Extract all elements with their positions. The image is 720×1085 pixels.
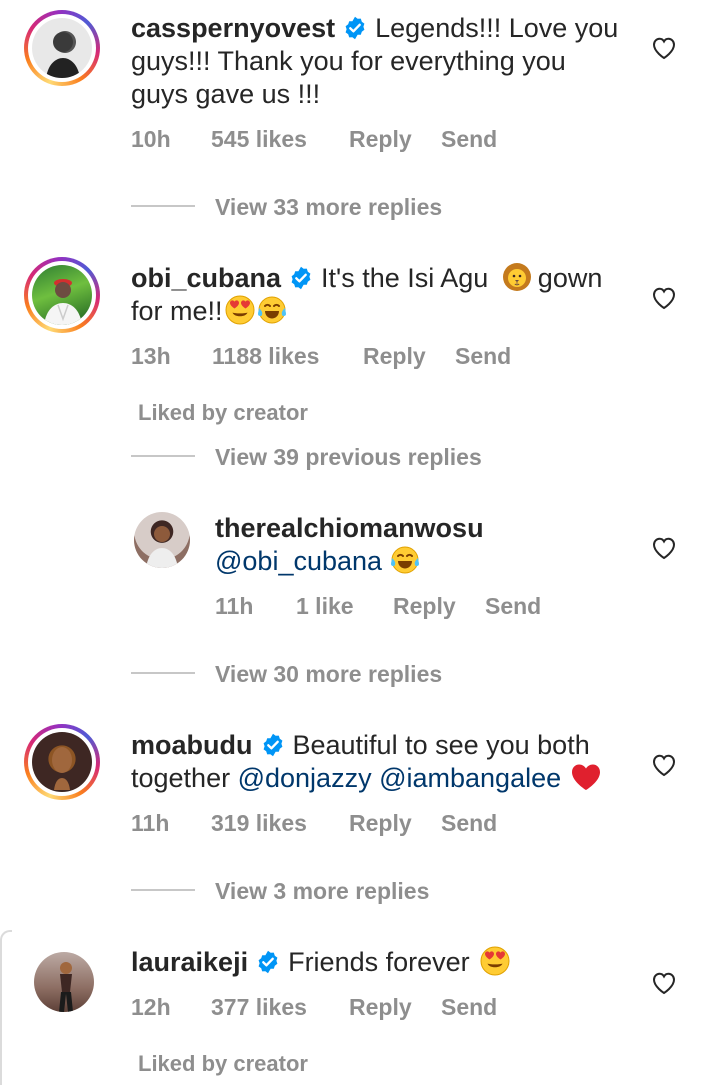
verified-badge-icon <box>256 950 280 974</box>
likes-count[interactable]: 1188 likes <box>212 343 319 370</box>
avatar[interactable] <box>134 512 190 568</box>
verified-badge-icon <box>343 16 367 40</box>
heart-eyes-emoji-icon <box>480 946 510 976</box>
username[interactable]: obi_cubana <box>131 263 281 293</box>
comment-text: guys gave us !!! <box>131 79 321 109</box>
like-heart-icon[interactable] <box>651 753 677 777</box>
comment-text: guys!!! Thank you for everything you <box>131 46 566 76</box>
comment-text: together <box>131 763 231 793</box>
likes-count[interactable]: 319 likes <box>211 810 307 837</box>
reply-button[interactable]: Reply <box>393 593 456 620</box>
comment-text: Friends forever <box>288 947 470 977</box>
avatar <box>32 732 92 792</box>
verified-badge-icon <box>289 266 313 290</box>
avatar-ring[interactable] <box>24 724 100 800</box>
view-more-replies-button[interactable]: View 33 more replies <box>215 194 442 221</box>
heart-eyes-emoji-icon <box>225 295 255 325</box>
verified-badge-icon <box>261 733 285 757</box>
liked-by-creator-label: Liked by creator <box>138 1051 308 1076</box>
comment-text: Beautiful to see you both <box>292 730 590 760</box>
likes-count[interactable]: 377 likes <box>211 994 307 1021</box>
comment-text: for me!! <box>131 296 223 326</box>
lion-emoji-icon <box>502 262 532 292</box>
highlight-edge <box>0 930 12 1085</box>
reply-button[interactable]: Reply <box>349 126 412 153</box>
comment-meta: 11h 319 likes Reply Send <box>131 810 631 838</box>
mention-link[interactable]: @iambangalee <box>379 763 561 793</box>
like-heart-icon[interactable] <box>651 536 677 560</box>
divider <box>131 205 195 207</box>
comment-meta: 12h 377 likes Reply Send <box>131 994 631 1022</box>
avatar <box>32 265 92 325</box>
comment-text-after: gown <box>537 263 603 293</box>
mention-link[interactable]: @obi_cubana <box>215 546 382 576</box>
tears-of-joy-emoji-icon <box>390 545 420 575</box>
like-heart-icon[interactable] <box>651 36 677 60</box>
red-heart-emoji-icon <box>571 762 601 792</box>
send-button[interactable]: Send <box>485 593 541 620</box>
comment-meta: 10h 545 likes Reply Send <box>131 126 631 154</box>
divider <box>131 889 195 891</box>
username[interactable]: moabudu <box>131 730 253 760</box>
reply-button[interactable]: Reply <box>349 994 412 1021</box>
send-button[interactable]: Send <box>441 126 497 153</box>
timestamp: 11h <box>131 810 170 836</box>
like-heart-icon[interactable] <box>651 971 677 995</box>
send-button[interactable]: Send <box>455 343 511 370</box>
timestamp: 11h <box>215 593 254 619</box>
send-button[interactable]: Send <box>441 810 497 837</box>
send-button[interactable]: Send <box>441 994 497 1021</box>
comment-text: Legends!!! Love you <box>375 13 619 43</box>
likes-count[interactable]: 1 like <box>296 593 354 620</box>
username[interactable]: lauraikeji <box>131 947 248 977</box>
avatar-ring[interactable] <box>24 257 100 333</box>
like-heart-icon[interactable] <box>651 286 677 310</box>
tears-of-joy-emoji-icon <box>257 295 287 325</box>
avatar-ring[interactable] <box>24 10 100 86</box>
timestamp: 10h <box>131 126 171 152</box>
avatar[interactable] <box>34 952 94 1012</box>
comment-text: It's the Isi Agu <box>321 263 489 293</box>
comment-meta: 11h 1 like Reply Send <box>215 593 635 621</box>
timestamp: 13h <box>131 343 171 369</box>
reply-button[interactable]: Reply <box>363 343 426 370</box>
avatar <box>32 18 92 78</box>
view-more-replies-button[interactable]: View 30 more replies <box>215 661 442 688</box>
reply-button[interactable]: Reply <box>349 810 412 837</box>
username[interactable]: casspernyovest <box>131 13 335 43</box>
divider <box>131 672 195 674</box>
timestamp: 12h <box>131 994 171 1020</box>
liked-by-creator-label: Liked by creator <box>138 400 308 425</box>
view-more-replies-button[interactable]: View 3 more replies <box>215 878 429 905</box>
divider <box>131 455 195 457</box>
view-previous-replies-button[interactable]: View 39 previous replies <box>215 444 482 471</box>
comment-meta: 13h 1188 likes Reply Send <box>131 343 631 371</box>
username[interactable]: therealchiomanwosu <box>215 513 484 543</box>
likes-count[interactable]: 545 likes <box>211 126 307 153</box>
mention-link[interactable]: @donjazzy <box>238 763 372 793</box>
